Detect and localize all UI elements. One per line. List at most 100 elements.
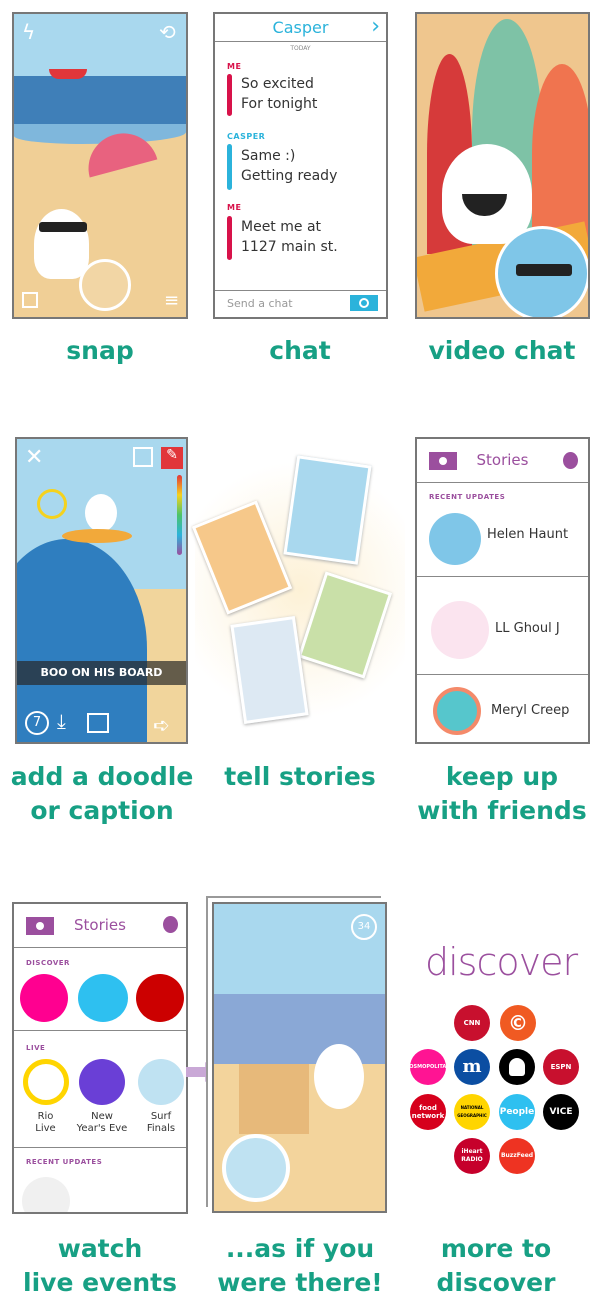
message-line: 1127 main st. [241, 239, 338, 255]
caption-more: more to discover [396, 1232, 596, 1300]
video-chat-screen [415, 12, 590, 319]
doodle-screen: ✕ ✎ BOO ON HIS BOARD 7 ⤓ ➪ [15, 437, 188, 744]
live-story-item[interactable]: Surf Finals [132, 1059, 186, 1135]
discover-channel[interactable] [78, 974, 128, 1022]
friend-avatar [433, 687, 481, 735]
live-story-item[interactable]: Rio Live [18, 1059, 73, 1135]
capture-button[interactable] [79, 259, 131, 311]
caption-line: ...as if you [225, 1234, 375, 1263]
camera-button[interactable] [350, 295, 378, 311]
section-label: RECENT UPDATES [26, 1158, 103, 1166]
ghost-icon [34, 209, 89, 279]
ghost-icon [509, 1058, 525, 1076]
caption-line: with friends [417, 796, 587, 825]
stories-cards-illustration [191, 440, 405, 740]
friend-name: Meryl Creep [491, 703, 570, 718]
memories-button[interactable] [22, 292, 38, 308]
flash-icon[interactable]: ϟ [22, 20, 35, 44]
trophy-sticker [222, 1134, 290, 1202]
channel-people[interactable]: People [499, 1094, 535, 1130]
friend-name: LL Ghoul J [495, 621, 560, 636]
chat-title: Casper [272, 18, 329, 37]
caption-doodle: add a doodle or caption [2, 760, 202, 828]
section-label: LIVE [26, 1044, 46, 1052]
message-line: Getting ready [241, 168, 338, 184]
chat-input[interactable]: Send a chat [227, 297, 293, 310]
discover-channel[interactable] [136, 974, 184, 1022]
caption-live: watch live events [0, 1232, 200, 1300]
caption-stories: tell stories [224, 762, 376, 791]
caption-line: discover [436, 1268, 556, 1297]
discover-channel[interactable] [20, 974, 68, 1022]
channel-national-geographic[interactable]: NATIONAL GEOGRAPHIC [454, 1094, 490, 1130]
placeholder-avatar [22, 1177, 70, 1212]
channel-daily-mail[interactable]: m [454, 1049, 490, 1085]
live-label: Year's Eve [76, 1123, 128, 1134]
chat-message: Same :) Getting ready [241, 146, 337, 186]
soccer-ball-icon [22, 1059, 69, 1105]
sunglasses-icon [516, 264, 572, 276]
caption-line: live events [23, 1268, 177, 1297]
chevron-right-icon[interactable]: › [371, 14, 380, 39]
chat-button[interactable] [563, 452, 578, 469]
ghost-icon [85, 494, 117, 532]
channel-comedy-central[interactable]: © [500, 1005, 536, 1041]
chat-screen: Casper › TODAY ME So excited For tonight … [213, 12, 388, 319]
caption-snap: snap [66, 336, 134, 365]
pencil-button[interactable]: ✎ [161, 447, 183, 469]
send-icon[interactable]: ➪ [153, 713, 170, 737]
friend-name: Helen Haunt [487, 527, 569, 542]
caption-chat: chat [269, 336, 331, 365]
sunglasses-icon [39, 222, 87, 232]
sender-label: ME [227, 62, 242, 71]
section-label: DISCOVER [26, 959, 70, 967]
chat-date: TODAY [290, 45, 311, 52]
color-slider[interactable] [177, 475, 182, 555]
stories-friends-screen: Stories RECENT UPDATES Helen Haunt LL Gh… [415, 437, 590, 744]
friend-story-item[interactable]: LL Ghoul J [417, 577, 588, 675]
live-label: New [91, 1111, 113, 1122]
menu-icon[interactable]: ≡ [164, 292, 179, 310]
add-story-icon[interactable] [87, 713, 109, 733]
fireworks-icon [79, 1059, 125, 1105]
sandcastle-illustration [239, 1064, 309, 1134]
caption-bar[interactable]: BOO ON HIS BOARD [17, 661, 186, 685]
caption-friends: keep up with friends [402, 760, 600, 828]
self-video-preview[interactable] [495, 226, 588, 317]
channel-snapchat[interactable] [499, 1049, 535, 1085]
channel-espn[interactable]: ESPN [543, 1049, 579, 1085]
live-label: Surf [150, 1111, 172, 1122]
flip-camera-icon[interactable]: ⟲ [159, 20, 176, 44]
caption-line: were there! [217, 1268, 383, 1297]
chat-button[interactable] [163, 916, 178, 933]
sticker-button[interactable] [133, 447, 153, 467]
timer-button[interactable]: 7 [25, 711, 49, 735]
live-story-item[interactable]: New Year's Eve [72, 1059, 132, 1135]
snap-screen: ≡ ϟ ⟲ [12, 12, 188, 319]
download-icon[interactable]: ⤓ [57, 709, 66, 733]
caption-there: ...as if you were there! [200, 1232, 400, 1300]
message-line: So excited [241, 76, 314, 92]
caption-line: add a doodle [10, 762, 194, 791]
sailboat-icon [49, 69, 87, 79]
channel-vice[interactable]: VICE [543, 1094, 579, 1130]
friend-story-item[interactable]: Helen Haunt [417, 505, 588, 577]
channel-cnn[interactable]: CNN [454, 1005, 490, 1041]
stories-live-screen: Stories DISCOVER LIVE Rio Live New Year's … [12, 902, 188, 1214]
message-line: Same :) [241, 148, 296, 164]
channel-buzzfeed[interactable]: BuzzFeed [499, 1138, 535, 1174]
sender-label: CASPER [227, 132, 266, 141]
channel-food-network[interactable]: food network [410, 1094, 446, 1130]
live-label: Rio [37, 1111, 54, 1122]
sun-doodle [37, 489, 67, 519]
close-icon[interactable]: ✕ [25, 445, 43, 470]
live-event-screen: 34 [212, 902, 387, 1213]
ghost-icon [314, 1044, 364, 1109]
friend-story-item[interactable]: Meryl Creep [417, 675, 588, 742]
channel-cosmopolitan[interactable]: COSMOPOLITAN [406, 1049, 450, 1085]
channel-iheart-radio[interactable]: iHeart RADIO [454, 1138, 490, 1174]
sender-label: ME [227, 203, 242, 212]
caption-line: watch [57, 1234, 143, 1263]
caption-line: keep up [445, 762, 559, 791]
friend-avatar [429, 513, 481, 565]
